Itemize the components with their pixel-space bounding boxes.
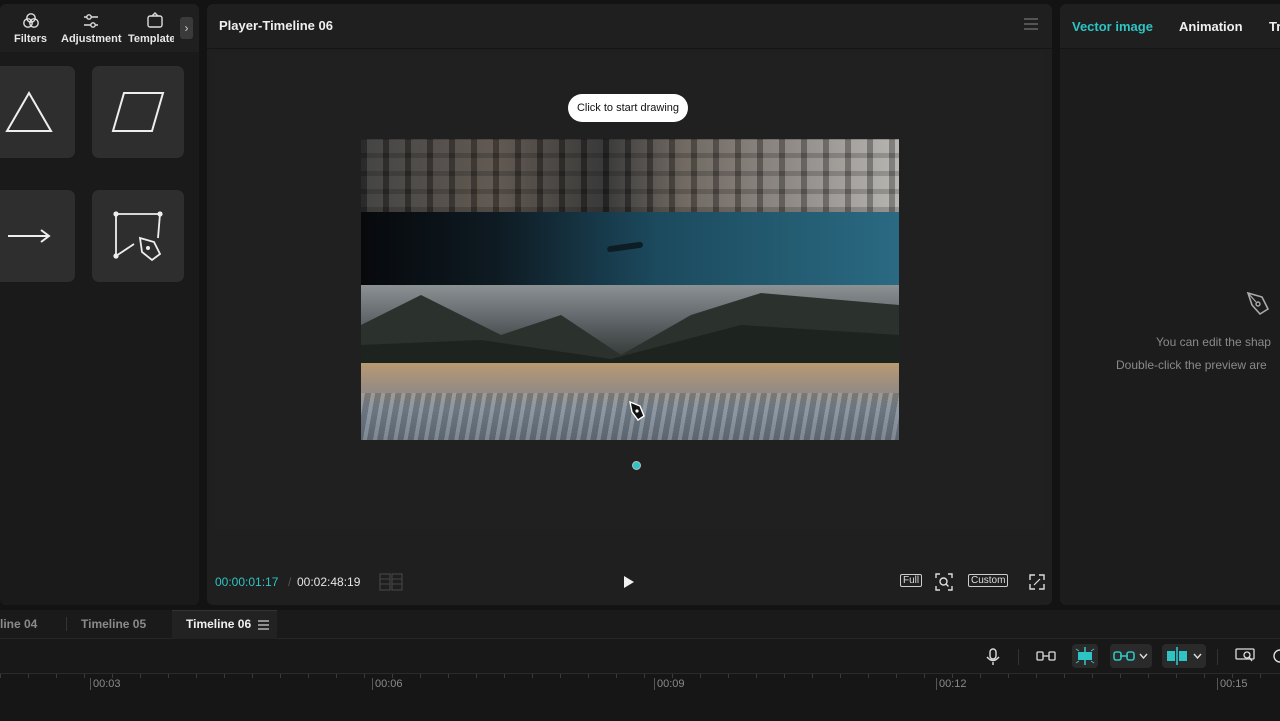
chevron-down-icon bbox=[1139, 653, 1148, 659]
snap-icon bbox=[1075, 647, 1095, 665]
template-label: Template bbox=[128, 33, 174, 45]
custom-ratio-button[interactable]: Custom bbox=[968, 574, 1009, 587]
more-tools-button[interactable]: › bbox=[180, 17, 193, 39]
adjustment-tool[interactable]: Adjustment bbox=[61, 12, 122, 45]
shapes-grid bbox=[0, 52, 199, 605]
microphone-icon[interactable] bbox=[986, 648, 1000, 666]
arrow-shape[interactable] bbox=[0, 190, 75, 282]
play-icon[interactable] bbox=[623, 575, 635, 589]
timeline-toolbar bbox=[0, 639, 1280, 673]
ruler-tick: 00:15 bbox=[1217, 678, 1248, 690]
link-clips-icon[interactable] bbox=[1036, 650, 1056, 662]
city-aerial-strip bbox=[361, 139, 899, 212]
player-title: Player-Timeline 06 bbox=[219, 18, 333, 33]
total-time: 00:02:48:19 bbox=[297, 575, 361, 589]
adjustment-label: Adjustment bbox=[61, 33, 122, 45]
underwater-strip bbox=[361, 212, 899, 285]
template-tool[interactable]: Template bbox=[128, 12, 174, 45]
filters-label: Filters bbox=[14, 33, 48, 45]
mountain-strip bbox=[361, 285, 899, 363]
parallelogram-shape[interactable] bbox=[92, 66, 184, 158]
draw-tooltip: Click to start drawing bbox=[568, 94, 688, 122]
triangle-shape[interactable] bbox=[0, 66, 75, 158]
template-icon bbox=[147, 12, 163, 28]
pen-cursor-icon bbox=[629, 400, 645, 421]
left-panel: Filters Adjustment Template › bbox=[0, 4, 199, 605]
glacier-strip bbox=[361, 363, 899, 440]
ruler-tick: 00:06 bbox=[372, 678, 403, 690]
more-options-icon[interactable] bbox=[1272, 648, 1280, 664]
ruler-tick: 00:03 bbox=[90, 678, 121, 690]
full-button[interactable]: Full bbox=[900, 574, 923, 587]
adjustment-icon bbox=[84, 14, 99, 28]
parallelogram-icon bbox=[111, 92, 165, 132]
preview-axis-button[interactable] bbox=[1162, 644, 1206, 668]
anchor-point[interactable] bbox=[632, 461, 641, 470]
linkage-icon bbox=[1113, 651, 1135, 661]
ruler-tick: 00:09 bbox=[654, 678, 685, 690]
right-panel: Vector image Animation Tr You can edit t… bbox=[1060, 4, 1280, 605]
linkage-button[interactable] bbox=[1110, 644, 1152, 668]
pen-draw-icon bbox=[113, 211, 163, 262]
ruler-tick: 00:12 bbox=[936, 678, 967, 690]
tab-timeline-05[interactable]: Timeline 05 bbox=[81, 617, 146, 631]
pen-draw-shape[interactable] bbox=[92, 190, 184, 282]
chevron-down-icon bbox=[1193, 653, 1202, 659]
pen-tool-icon bbox=[1246, 291, 1270, 316]
empty-state-line2: Double-click the preview are bbox=[1116, 358, 1267, 372]
timeline-tabs: line 04 Timeline 05 Timeline 06 bbox=[0, 610, 1280, 639]
vector-empty-state: You can edit the shap Double-click the p… bbox=[1060, 49, 1280, 605]
player-panel: Player-Timeline 06 Click to start drawin… bbox=[207, 4, 1052, 605]
triangle-icon bbox=[5, 91, 53, 132]
empty-state-line1: You can edit the shap bbox=[1156, 335, 1271, 349]
tab-animation[interactable]: Animation bbox=[1179, 19, 1243, 34]
chevron-right-icon: › bbox=[184, 21, 189, 35]
current-time: 00:00:01:17 bbox=[215, 575, 279, 589]
preview-axis-icon bbox=[1167, 647, 1187, 665]
filters-tool[interactable]: Filters bbox=[14, 12, 47, 45]
player-header: Player-Timeline 06 bbox=[207, 4, 1052, 49]
tab-transform[interactable]: Tr bbox=[1269, 19, 1280, 34]
menu-icon[interactable] bbox=[1024, 18, 1038, 30]
tab-menu-icon[interactable] bbox=[258, 620, 269, 630]
timeline-ruler: 00:03 00:06 00:09 00:12 00:15 bbox=[0, 673, 1280, 721]
preview-canvas[interactable]: Click to start drawing bbox=[215, 52, 1044, 530]
tab-timeline-06[interactable]: Timeline 06 bbox=[186, 617, 251, 631]
preview-frame[interactable] bbox=[361, 139, 899, 440]
time-separator: / bbox=[288, 575, 292, 589]
tab-vector-image[interactable]: Vector image bbox=[1072, 19, 1153, 34]
filters-icon bbox=[22, 13, 39, 28]
zoom-fit-icon[interactable] bbox=[934, 572, 954, 592]
arrow-icon bbox=[8, 229, 51, 243]
timeline-zoom-icon[interactable] bbox=[1235, 648, 1255, 664]
frame-grid-icon[interactable] bbox=[379, 573, 403, 591]
fullscreen-icon[interactable] bbox=[1029, 574, 1045, 590]
tab-timeline-04[interactable]: line 04 bbox=[0, 617, 37, 631]
right-tabs: Vector image Animation Tr bbox=[1060, 4, 1280, 49]
magnet-snap-button[interactable] bbox=[1072, 644, 1098, 668]
